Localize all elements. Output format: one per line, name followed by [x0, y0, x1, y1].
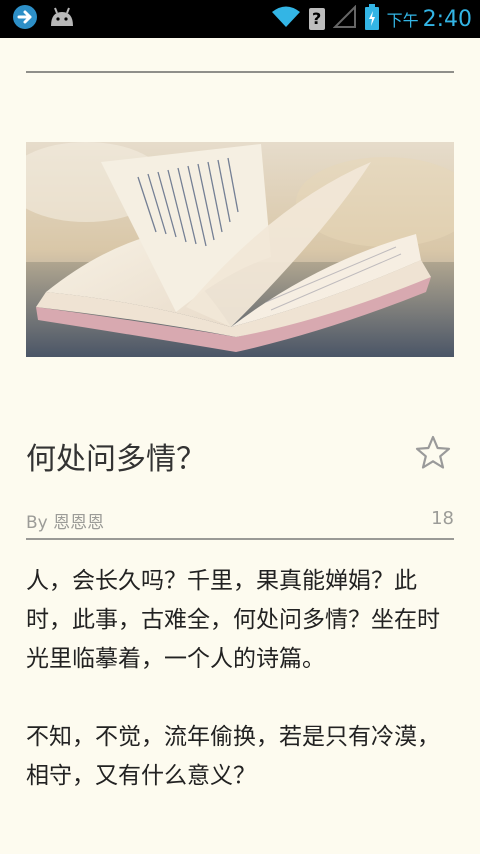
article-body: 人，会长久吗？千里，果真能婵娟？此时，此事，古难全，何处问多情？坐在时光里临摹着…	[26, 562, 456, 835]
article-paragraph: 不知，不觉，流年偷换，若是只有冷漠，相守，又有什么意义？	[26, 724, 440, 789]
nav-arrow-icon	[12, 4, 38, 34]
status-left-icons	[12, 4, 76, 34]
wifi-icon	[271, 5, 301, 33]
article-count: 18	[431, 508, 454, 529]
status-right-icons: ? 下午 2:40	[271, 0, 472, 38]
hero-image	[26, 142, 454, 357]
top-divider	[26, 71, 454, 73]
sim-indicator-text: ?	[311, 9, 322, 28]
meta-divider	[26, 538, 454, 540]
clock: 下午 2:40	[387, 7, 472, 32]
star-outline-icon[interactable]	[414, 434, 452, 472]
clock-time: 2:40	[422, 6, 472, 32]
status-bar: ? 下午 2:40	[0, 0, 480, 38]
clock-ampm: 下午	[386, 10, 419, 30]
signal-icon	[332, 4, 357, 33]
article-paragraph: 人，会长久吗？千里，果真能婵娟？此时，此事，古难全，何处问多情？坐在时光里临摹着…	[26, 568, 440, 672]
android-icon	[48, 6, 76, 32]
sim-unknown-icon: ?	[308, 8, 325, 30]
article-author[interactable]: By 恩恩恩	[26, 508, 104, 533]
article-title: 何处问多情？	[26, 442, 206, 477]
battery-charging-icon	[364, 4, 379, 34]
